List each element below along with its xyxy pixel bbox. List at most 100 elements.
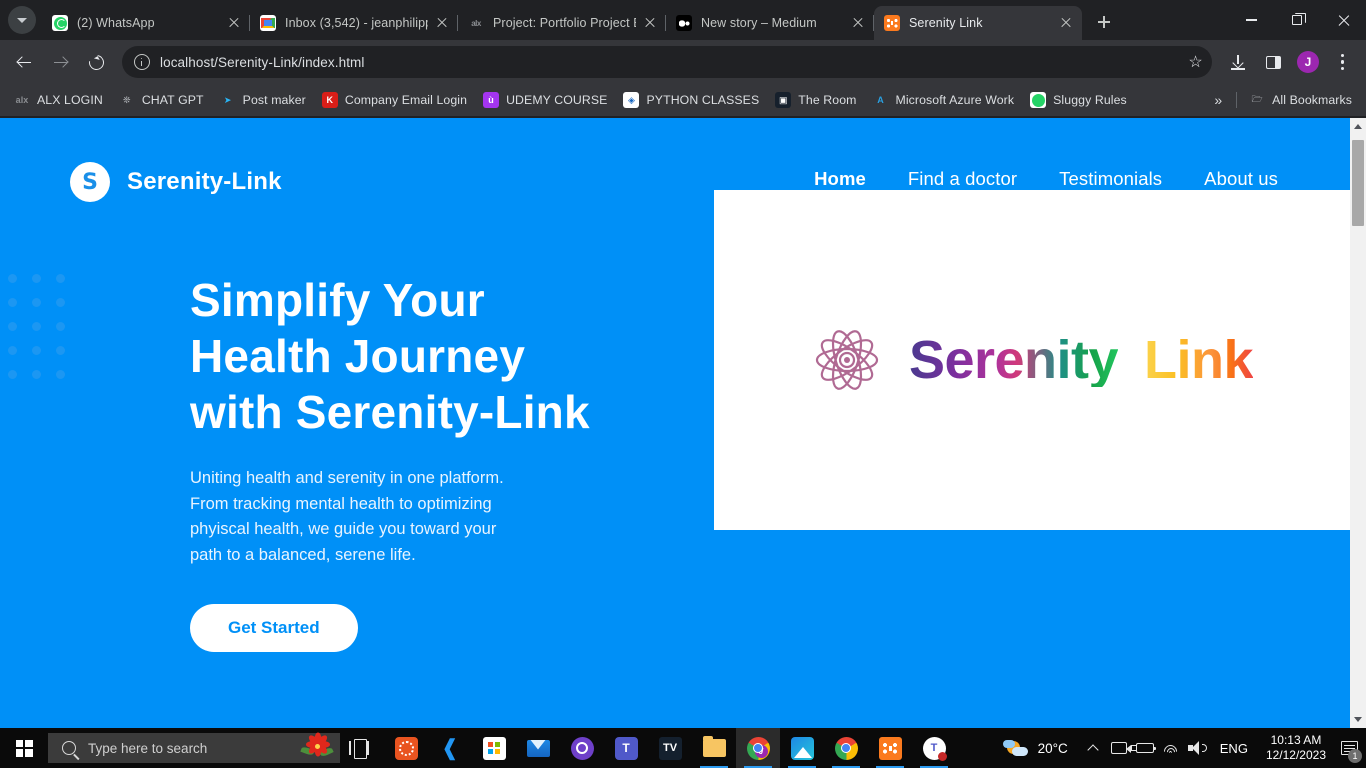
bookmark-microsoft-azure-work[interactable]: A Microsoft Azure Work xyxy=(865,88,1023,112)
brand-logo-icon: S xyxy=(70,162,110,202)
close-icon[interactable] xyxy=(1058,15,1074,31)
browser-tab-whatsapp[interactable]: (2) WhatsApp xyxy=(42,6,250,40)
mail-icon xyxy=(526,739,550,757)
browser-tab-alx[interactable]: alx Project: Portfolio Project Blo xyxy=(458,6,666,40)
notifications-button[interactable]: 1 xyxy=(1334,728,1364,768)
page-scrollbar[interactable] xyxy=(1350,118,1366,728)
taskbar-app-github[interactable] xyxy=(560,728,604,768)
tab-title: Project: Portfolio Project Blo xyxy=(493,16,636,30)
poinsettia-icon xyxy=(300,732,334,763)
bookmarks-overflow-icon[interactable]: » xyxy=(1204,92,1232,108)
taskbar-app-chrome-profile[interactable]: J xyxy=(736,728,780,768)
hero-visual: Serenity Link xyxy=(714,190,1350,652)
bookmark-company-email-login[interactable]: K Company Email Login xyxy=(314,88,475,112)
new-tab-button[interactable] xyxy=(1090,8,1118,36)
photos-icon xyxy=(790,736,814,760)
bookmark-sluggy-rules[interactable]: Sluggy Rules xyxy=(1022,88,1135,112)
address-bar[interactable]: localhost/Serenity-Link/index.html ☆ xyxy=(122,46,1212,78)
reload-button[interactable] xyxy=(80,46,112,78)
logo-word-serenity: Serenity xyxy=(908,330,1119,390)
weather-icon xyxy=(1002,738,1029,758)
bookmark-label: ALX LOGIN xyxy=(37,93,103,107)
bookmark-star-icon[interactable]: ☆ xyxy=(1187,54,1204,71)
vscode-icon: ❰ xyxy=(440,735,460,760)
nav-item-find-a-doctor[interactable]: Find a doctor xyxy=(908,168,1017,197)
close-icon[interactable] xyxy=(226,15,242,31)
minimize-button[interactable] xyxy=(1228,0,1274,40)
volume-tray-icon[interactable] xyxy=(1184,728,1210,768)
show-hidden-icons-button[interactable] xyxy=(1080,728,1106,768)
start-button[interactable] xyxy=(0,728,48,768)
taskbar-app-store[interactable] xyxy=(472,728,516,768)
battery-tray-icon[interactable] xyxy=(1130,728,1158,768)
scrollbar-thumb[interactable] xyxy=(1352,140,1364,226)
kaspersky-icon: K xyxy=(321,92,338,108)
whatsapp-icon xyxy=(52,15,68,31)
back-button[interactable] xyxy=(8,46,40,78)
language-indicator[interactable]: ENG xyxy=(1210,741,1258,756)
weather-widget[interactable]: 20°C xyxy=(997,738,1080,758)
scroll-down-button[interactable] xyxy=(1350,711,1366,728)
divider xyxy=(1236,92,1238,108)
taskbar-app-xampp[interactable] xyxy=(868,728,912,768)
info-circle-icon[interactable] xyxy=(134,54,150,70)
taskbar-app-photos[interactable] xyxy=(780,728,824,768)
maximize-button[interactable] xyxy=(1274,0,1320,40)
bookmarks-bar: alx ALX LOGIN ❊ CHAT GPT ➤ Post maker K … xyxy=(0,84,1366,116)
bookmark-udemy-course[interactable]: ù UDEMY COURSE xyxy=(475,88,615,112)
all-bookmarks-button[interactable]: 🗁 All Bookmarks xyxy=(1241,88,1360,112)
file-explorer-icon xyxy=(702,736,726,757)
python-icon: ◈ xyxy=(623,92,640,108)
hero-logo-card: Serenity Link xyxy=(714,190,1350,530)
search-icon xyxy=(62,741,76,755)
camera-tray-icon[interactable] xyxy=(1106,728,1132,768)
tab-search-button[interactable] xyxy=(8,6,36,34)
downloads-button[interactable] xyxy=(1223,47,1253,77)
chrome-profile-icon: J xyxy=(746,736,770,760)
forward-button[interactable] xyxy=(44,46,76,78)
bookmark-alx-login[interactable]: alx ALX LOGIN xyxy=(6,88,111,112)
side-panel-icon xyxy=(1265,55,1281,69)
taskbar-app-tv[interactable]: TV xyxy=(648,728,692,768)
network-tray-icon[interactable] xyxy=(1158,728,1184,768)
bookmark-post-maker[interactable]: ➤ Post maker xyxy=(212,88,314,112)
nav-item-about-us[interactable]: About us xyxy=(1204,168,1278,197)
kebab-menu-icon xyxy=(1341,54,1345,70)
task-view-button[interactable] xyxy=(340,728,384,768)
chrome-menu-button[interactable] xyxy=(1328,47,1358,77)
browser-tab-medium[interactable]: New story – Medium xyxy=(666,6,874,40)
taskbar-app-teams[interactable]: T xyxy=(604,728,648,768)
taskbar-app-vscode[interactable]: ❰ xyxy=(428,728,472,768)
logo-word-link: Link xyxy=(1144,330,1254,390)
close-icon[interactable] xyxy=(434,15,450,31)
window-close-button[interactable] xyxy=(1320,0,1366,40)
bookmark-the-room[interactable]: ▣ The Room xyxy=(767,88,864,112)
scroll-up-button[interactable] xyxy=(1350,118,1366,135)
tv-icon: TV xyxy=(658,736,682,760)
bookmark-python-classes[interactable]: ◈ PYTHON CLASSES xyxy=(615,88,767,112)
taskbar-app-mail[interactable] xyxy=(516,728,560,768)
close-icon[interactable] xyxy=(642,15,658,31)
browser-tab-serenity-link[interactable]: Serenity Link xyxy=(874,6,1082,40)
taskbar-search-input[interactable]: Type here to search xyxy=(48,732,340,763)
taskbar-app-teams-alt[interactable]: T xyxy=(912,728,956,768)
taskbar-app-ubuntu[interactable] xyxy=(384,728,428,768)
nav-item-home[interactable]: Home xyxy=(814,168,866,197)
postmaker-icon: ➤ xyxy=(223,94,232,105)
bookmark-chat-gpt[interactable]: ❊ CHAT GPT xyxy=(111,88,212,112)
get-started-button[interactable]: Get Started xyxy=(190,604,358,652)
browser-tab-gmail[interactable]: Inbox (3,542) - jeanphilippe7 xyxy=(250,6,458,40)
bookmark-label: Microsoft Azure Work xyxy=(895,93,1015,107)
profile-button[interactable]: J xyxy=(1293,47,1323,77)
tab-title: (2) WhatsApp xyxy=(77,16,155,30)
site-brand[interactable]: S Serenity-Link xyxy=(70,162,282,202)
close-icon[interactable] xyxy=(850,15,866,31)
nav-item-testimonials[interactable]: Testimonials xyxy=(1059,168,1162,197)
bookmark-label: PYTHON CLASSES xyxy=(646,93,760,107)
clock[interactable]: 10:13 AM 12/12/2023 xyxy=(1258,733,1334,763)
side-panel-button[interactable] xyxy=(1258,47,1288,77)
brand-name: Serenity-Link xyxy=(127,168,282,195)
taskbar-app-chrome[interactable] xyxy=(824,728,868,768)
page-viewport: S Serenity-Link Home Find a doctor Testi… xyxy=(0,118,1366,728)
taskbar-app-file-explorer[interactable] xyxy=(692,728,736,768)
